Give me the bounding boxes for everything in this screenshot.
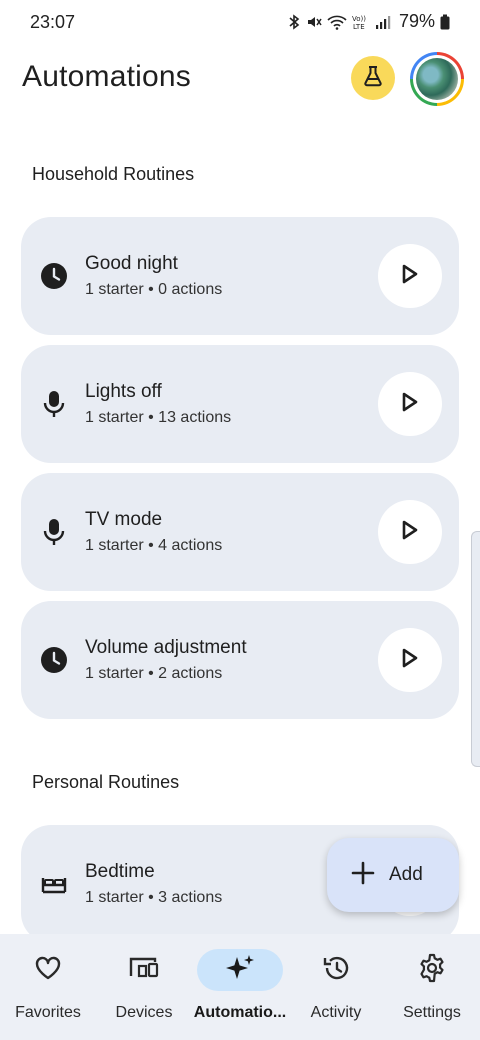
nav-label: Automatio... xyxy=(193,1004,287,1021)
nav-item-favorites[interactable]: Favorites xyxy=(0,934,96,1040)
devices-icon xyxy=(128,955,160,986)
routine-summary: 1 starter • 13 actions xyxy=(85,409,232,426)
mute-icon xyxy=(306,14,322,30)
gear-icon xyxy=(417,953,447,988)
routine-card-volume-adjustment[interactable]: Volume adjustment 1 starter • 2 actions xyxy=(21,601,459,719)
routine-name: Bedtime xyxy=(85,861,155,882)
nav-item-devices[interactable]: Devices xyxy=(96,934,192,1040)
nav-item-automations[interactable]: Automatio... xyxy=(192,934,288,1040)
microphone-icon xyxy=(39,389,69,419)
routine-summary: 1 starter • 3 actions xyxy=(85,889,223,906)
status-time: 23:07 xyxy=(30,12,76,32)
nav-label: Favorites xyxy=(15,1004,81,1021)
clock-icon xyxy=(39,261,69,291)
nav-label: Activity xyxy=(310,1004,362,1021)
add-button-label: Add xyxy=(389,864,423,885)
play-icon xyxy=(401,392,419,417)
avatar-photo xyxy=(416,58,458,100)
play-button-tv-mode[interactable] xyxy=(378,500,442,564)
scrollbar-thumb[interactable] xyxy=(471,531,480,767)
page-title: Automations xyxy=(22,60,191,93)
history-icon xyxy=(322,954,350,987)
routine-card-good-night[interactable]: Good night 1 starter • 0 actions xyxy=(21,217,459,335)
routine-summary: 1 starter • 2 actions xyxy=(85,665,223,682)
routine-card-tv-mode[interactable]: TV mode 1 starter • 4 actions xyxy=(21,473,459,591)
microphone-icon xyxy=(39,517,69,547)
play-icon xyxy=(401,648,419,673)
sparkle-icon xyxy=(225,953,255,988)
play-button-good-night[interactable] xyxy=(378,244,442,308)
flask-icon xyxy=(361,64,385,93)
status-icons: Vo)) LTE 79% xyxy=(288,11,450,32)
routine-name: Lights off xyxy=(85,381,162,402)
play-button-lights-off[interactable] xyxy=(378,372,442,436)
nav-label: Devices xyxy=(115,1004,173,1021)
nav-label: Settings xyxy=(403,1004,461,1021)
routine-name: TV mode xyxy=(85,509,163,530)
routine-name: Volume adjustment xyxy=(85,637,247,658)
routine-summary: 1 starter • 4 actions xyxy=(85,537,223,554)
nav-item-activity[interactable]: Activity xyxy=(288,934,384,1040)
clock-icon xyxy=(39,645,69,675)
plus-icon xyxy=(351,861,375,890)
play-icon xyxy=(401,520,419,545)
heart-icon xyxy=(34,955,62,986)
wifi-icon xyxy=(327,14,347,30)
battery-icon xyxy=(440,14,450,30)
nav-item-settings[interactable]: Settings xyxy=(384,934,480,1040)
add-button[interactable]: Add xyxy=(327,838,459,912)
bluetooth-icon xyxy=(288,13,301,30)
section-title-personal: Personal Routines xyxy=(32,772,180,792)
bottom-nav: Favorites Devices Automatio... Activity xyxy=(0,934,480,1040)
section-title-household: Household Routines xyxy=(32,164,195,184)
volte-icon: Vo)) LTE xyxy=(352,14,370,30)
svg-text:Vo)): Vo)) xyxy=(352,15,366,23)
routine-summary: 1 starter • 0 actions xyxy=(85,281,223,298)
play-button-volume-adjustment[interactable] xyxy=(378,628,442,692)
routine-card-lights-off[interactable]: Lights off 1 starter • 13 actions xyxy=(21,345,459,463)
bed-icon xyxy=(39,869,69,899)
signal-icon xyxy=(375,14,391,30)
play-icon xyxy=(401,264,419,289)
svg-text:LTE: LTE xyxy=(353,23,365,30)
account-avatar[interactable] xyxy=(410,52,464,106)
routine-name: Good night xyxy=(85,253,178,274)
labs-button[interactable] xyxy=(351,56,395,100)
status-bar: 23:07 Vo)) LTE 79% xyxy=(0,0,480,46)
battery-percent: 79% xyxy=(398,11,435,31)
